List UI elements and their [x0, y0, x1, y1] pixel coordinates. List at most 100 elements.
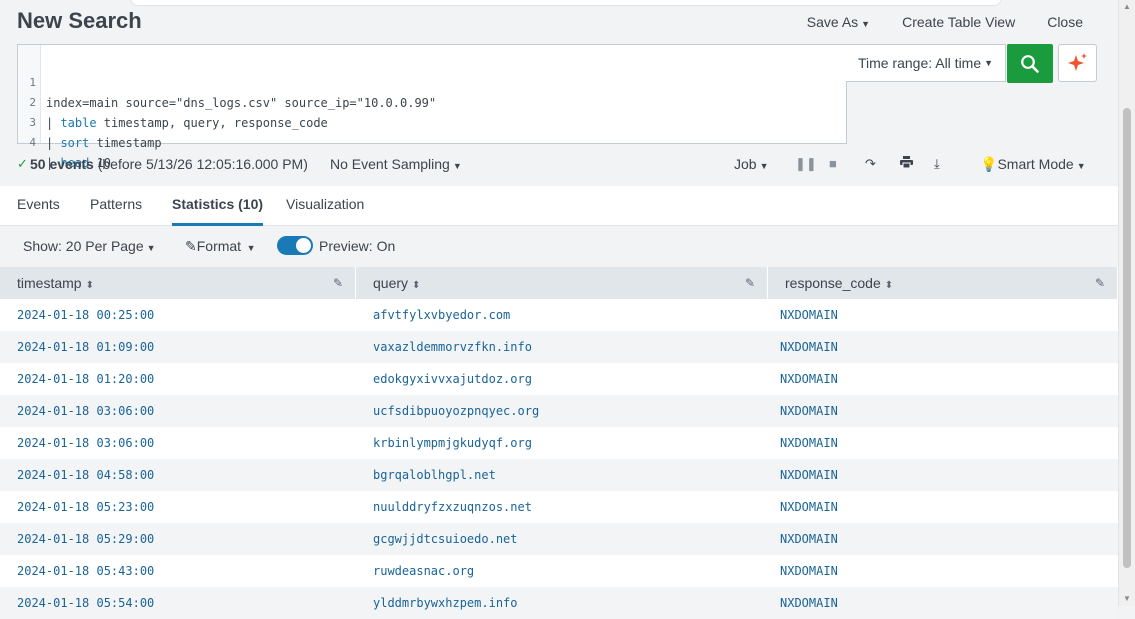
- header-actions: Save As ▼ Create Table View Close: [807, 14, 1083, 30]
- sparkle-icon: [1067, 53, 1087, 71]
- pipe: |: [46, 116, 61, 130]
- command-keyword: sort: [60, 136, 90, 150]
- tab-events[interactable]: Events: [17, 196, 60, 212]
- caret-down-icon: ▼: [861, 19, 871, 29]
- table-row: 2024-01-18 05:43:00 ruwdeasnac.org NXDOMAI…: [0, 555, 1118, 587]
- checkmark-icon: ✓: [17, 156, 28, 171]
- column-header-query[interactable]: query ⬍ ✎: [356, 267, 768, 299]
- cell-query[interactable]: ucfsdibpuoyozpnqyec.org: [373, 395, 539, 427]
- scroll-down-icon[interactable]: ▼: [1123, 594, 1131, 603]
- tab-statistics[interactable]: Statistics (10): [172, 196, 264, 226]
- share-icon[interactable]: ↷: [865, 156, 876, 172]
- pipe: |: [46, 136, 61, 150]
- cell-timestamp[interactable]: 2024-01-18 01:20:00: [17, 363, 154, 395]
- cell-query[interactable]: gcgwjjdtcsuioedo.net: [373, 523, 518, 555]
- caret-down-icon: ▼: [146, 243, 156, 253]
- pause-icon[interactable]: ❚❚: [795, 156, 817, 172]
- search-mode-dropdown[interactable]: 💡Smart Mode ▼: [980, 156, 1086, 173]
- sort-icon[interactable]: ⬍: [885, 280, 893, 291]
- caret-down-icon: ▼: [759, 161, 769, 171]
- page-scrollbar[interactable]: ▲ ▼: [1118, 0, 1135, 606]
- event-sampling-dropdown[interactable]: No Event Sampling ▼: [330, 156, 462, 172]
- query-line: 3 | sort timestamp: [18, 93, 161, 150]
- download-icon[interactable]: ⤓: [934, 156, 940, 172]
- cell-query[interactable]: nuulddryfzxzuqnzos.net: [373, 491, 532, 523]
- close-button[interactable]: Close: [1047, 14, 1083, 30]
- column-label: response_code: [785, 275, 881, 291]
- tab-patterns[interactable]: Patterns: [90, 196, 142, 212]
- scrollbar-thumb[interactable]: [1123, 108, 1131, 568]
- cell-query[interactable]: vaxazldemmorvzfkn.info: [373, 331, 532, 363]
- event-sampling-label: No Event Sampling: [330, 156, 450, 172]
- caret-down-icon: ▼: [452, 161, 462, 171]
- cell-timestamp[interactable]: 2024-01-18 05:23:00: [17, 491, 154, 523]
- cell-response-code[interactable]: NXDOMAIN: [780, 427, 838, 459]
- search-button[interactable]: [1007, 44, 1053, 83]
- cell-timestamp[interactable]: 2024-01-18 01:09:00: [17, 331, 154, 363]
- cell-response-code[interactable]: NXDOMAIN: [780, 363, 838, 395]
- column-label: query: [373, 275, 409, 291]
- cell-response-code[interactable]: NXDOMAIN: [780, 459, 838, 491]
- cell-timestamp[interactable]: 2024-01-18 05:54:00: [17, 587, 154, 619]
- top-pill: [130, 0, 1002, 6]
- search-mode-label: Smart Mode: [997, 156, 1074, 172]
- cell-timestamp[interactable]: 2024-01-18 05:43:00: [17, 555, 154, 587]
- time-range-label: Time range: All time: [857, 55, 982, 71]
- edit-column-icon[interactable]: ✎: [1095, 267, 1105, 299]
- table-row: 2024-01-18 01:09:00 vaxazldemmorvzfkn.inf…: [0, 331, 1118, 363]
- preview-toggle[interactable]: [277, 236, 313, 255]
- create-table-view-button[interactable]: Create Table View: [902, 14, 1015, 30]
- query-line-text: | table timestamp, query, response_code: [46, 113, 328, 133]
- event-count-value: 50 events: [30, 156, 94, 172]
- save-as-label: Save As: [806, 14, 859, 30]
- time-range-picker[interactable]: Time range: All time ▼: [846, 44, 1006, 82]
- table-header: timestamp ⬍ ✎ query ⬍ ✎ response_code ⬍ ✎: [0, 267, 1118, 299]
- cell-query[interactable]: ylddmrbywxhzpem.info: [373, 587, 518, 619]
- job-menu[interactable]: Job ▼: [734, 156, 769, 172]
- edit-column-icon[interactable]: ✎: [745, 267, 755, 299]
- table-row: 2024-01-18 03:06:00 ucfsdibpuoyozpnqyec.o…: [0, 395, 1118, 427]
- format-dropdown[interactable]: ✎Format ▼: [185, 238, 256, 255]
- query-line-text: index=main source="dns_logs.csv" source_…: [46, 93, 436, 113]
- cell-timestamp[interactable]: 2024-01-18 03:06:00: [17, 427, 154, 459]
- edit-column-icon[interactable]: ✎: [333, 267, 343, 299]
- cell-response-code[interactable]: NXDOMAIN: [780, 331, 838, 363]
- cell-timestamp[interactable]: 2024-01-18 03:06:00: [17, 395, 154, 427]
- cell-query[interactable]: krbinlympmjgkudyqf.org: [373, 427, 532, 459]
- cell-timestamp[interactable]: 2024-01-18 04:58:00: [17, 459, 154, 491]
- cell-response-code[interactable]: NXDOMAIN: [780, 299, 838, 331]
- table-row: 2024-01-18 01:20:00 edokgyxivvxajutdoz.or…: [0, 363, 1118, 395]
- cell-query[interactable]: ruwdeasnac.org: [373, 555, 474, 587]
- sort-icon[interactable]: ⬍: [86, 280, 94, 291]
- job-label: Job: [734, 156, 757, 172]
- pencil-icon: ✎: [185, 238, 197, 254]
- cell-response-code[interactable]: NXDOMAIN: [780, 587, 838, 619]
- table-row: 2024-01-18 05:23:00 nuulddryfzxzuqnzos.ne…: [0, 491, 1118, 523]
- print-icon[interactable]: [900, 156, 913, 171]
- cell-timestamp[interactable]: 2024-01-18 00:25:00: [17, 299, 154, 331]
- column-header-response-code[interactable]: response_code ⬍ ✎: [768, 267, 1118, 299]
- stop-icon[interactable]: ■: [829, 156, 837, 171]
- save-as-menu[interactable]: Save As ▼: [807, 14, 870, 30]
- cell-response-code[interactable]: NXDOMAIN: [780, 555, 838, 587]
- column-header-timestamp[interactable]: timestamp ⬍ ✎: [0, 267, 356, 299]
- search-query-editor[interactable]: 1 index=main source="dns_logs.csv" sourc…: [17, 44, 847, 170]
- scroll-up-icon[interactable]: ▲: [1123, 2, 1131, 11]
- cell-response-code[interactable]: NXDOMAIN: [780, 491, 838, 523]
- cell-query[interactable]: afvtfylxvbyedor.com: [373, 299, 510, 331]
- table-body: 2024-01-18 00:25:00 afvtfylxvbyedor.com NX…: [0, 299, 1118, 619]
- query-line: 1 index=main source="dns_logs.csv" sourc…: [18, 53, 436, 110]
- lightbulb-icon: 💡: [980, 156, 998, 172]
- column-label: timestamp: [17, 275, 82, 291]
- cell-query[interactable]: edokgyxivvxajutdoz.org: [373, 363, 532, 395]
- per-page-dropdown[interactable]: Show: 20 Per Page ▼: [23, 238, 156, 254]
- cell-query[interactable]: bgrqaloblhgpl.net: [373, 459, 496, 491]
- query-args: timestamp: [89, 136, 162, 150]
- cell-response-code[interactable]: NXDOMAIN: [780, 395, 838, 427]
- cell-timestamp[interactable]: 2024-01-18 05:29:00: [17, 523, 154, 555]
- ai-assistant-button[interactable]: [1058, 44, 1097, 82]
- sort-icon[interactable]: ⬍: [412, 280, 420, 291]
- per-page-label: Show: 20 Per Page: [23, 238, 144, 254]
- tab-visualization[interactable]: Visualization: [286, 196, 364, 212]
- cell-response-code[interactable]: NXDOMAIN: [780, 523, 838, 555]
